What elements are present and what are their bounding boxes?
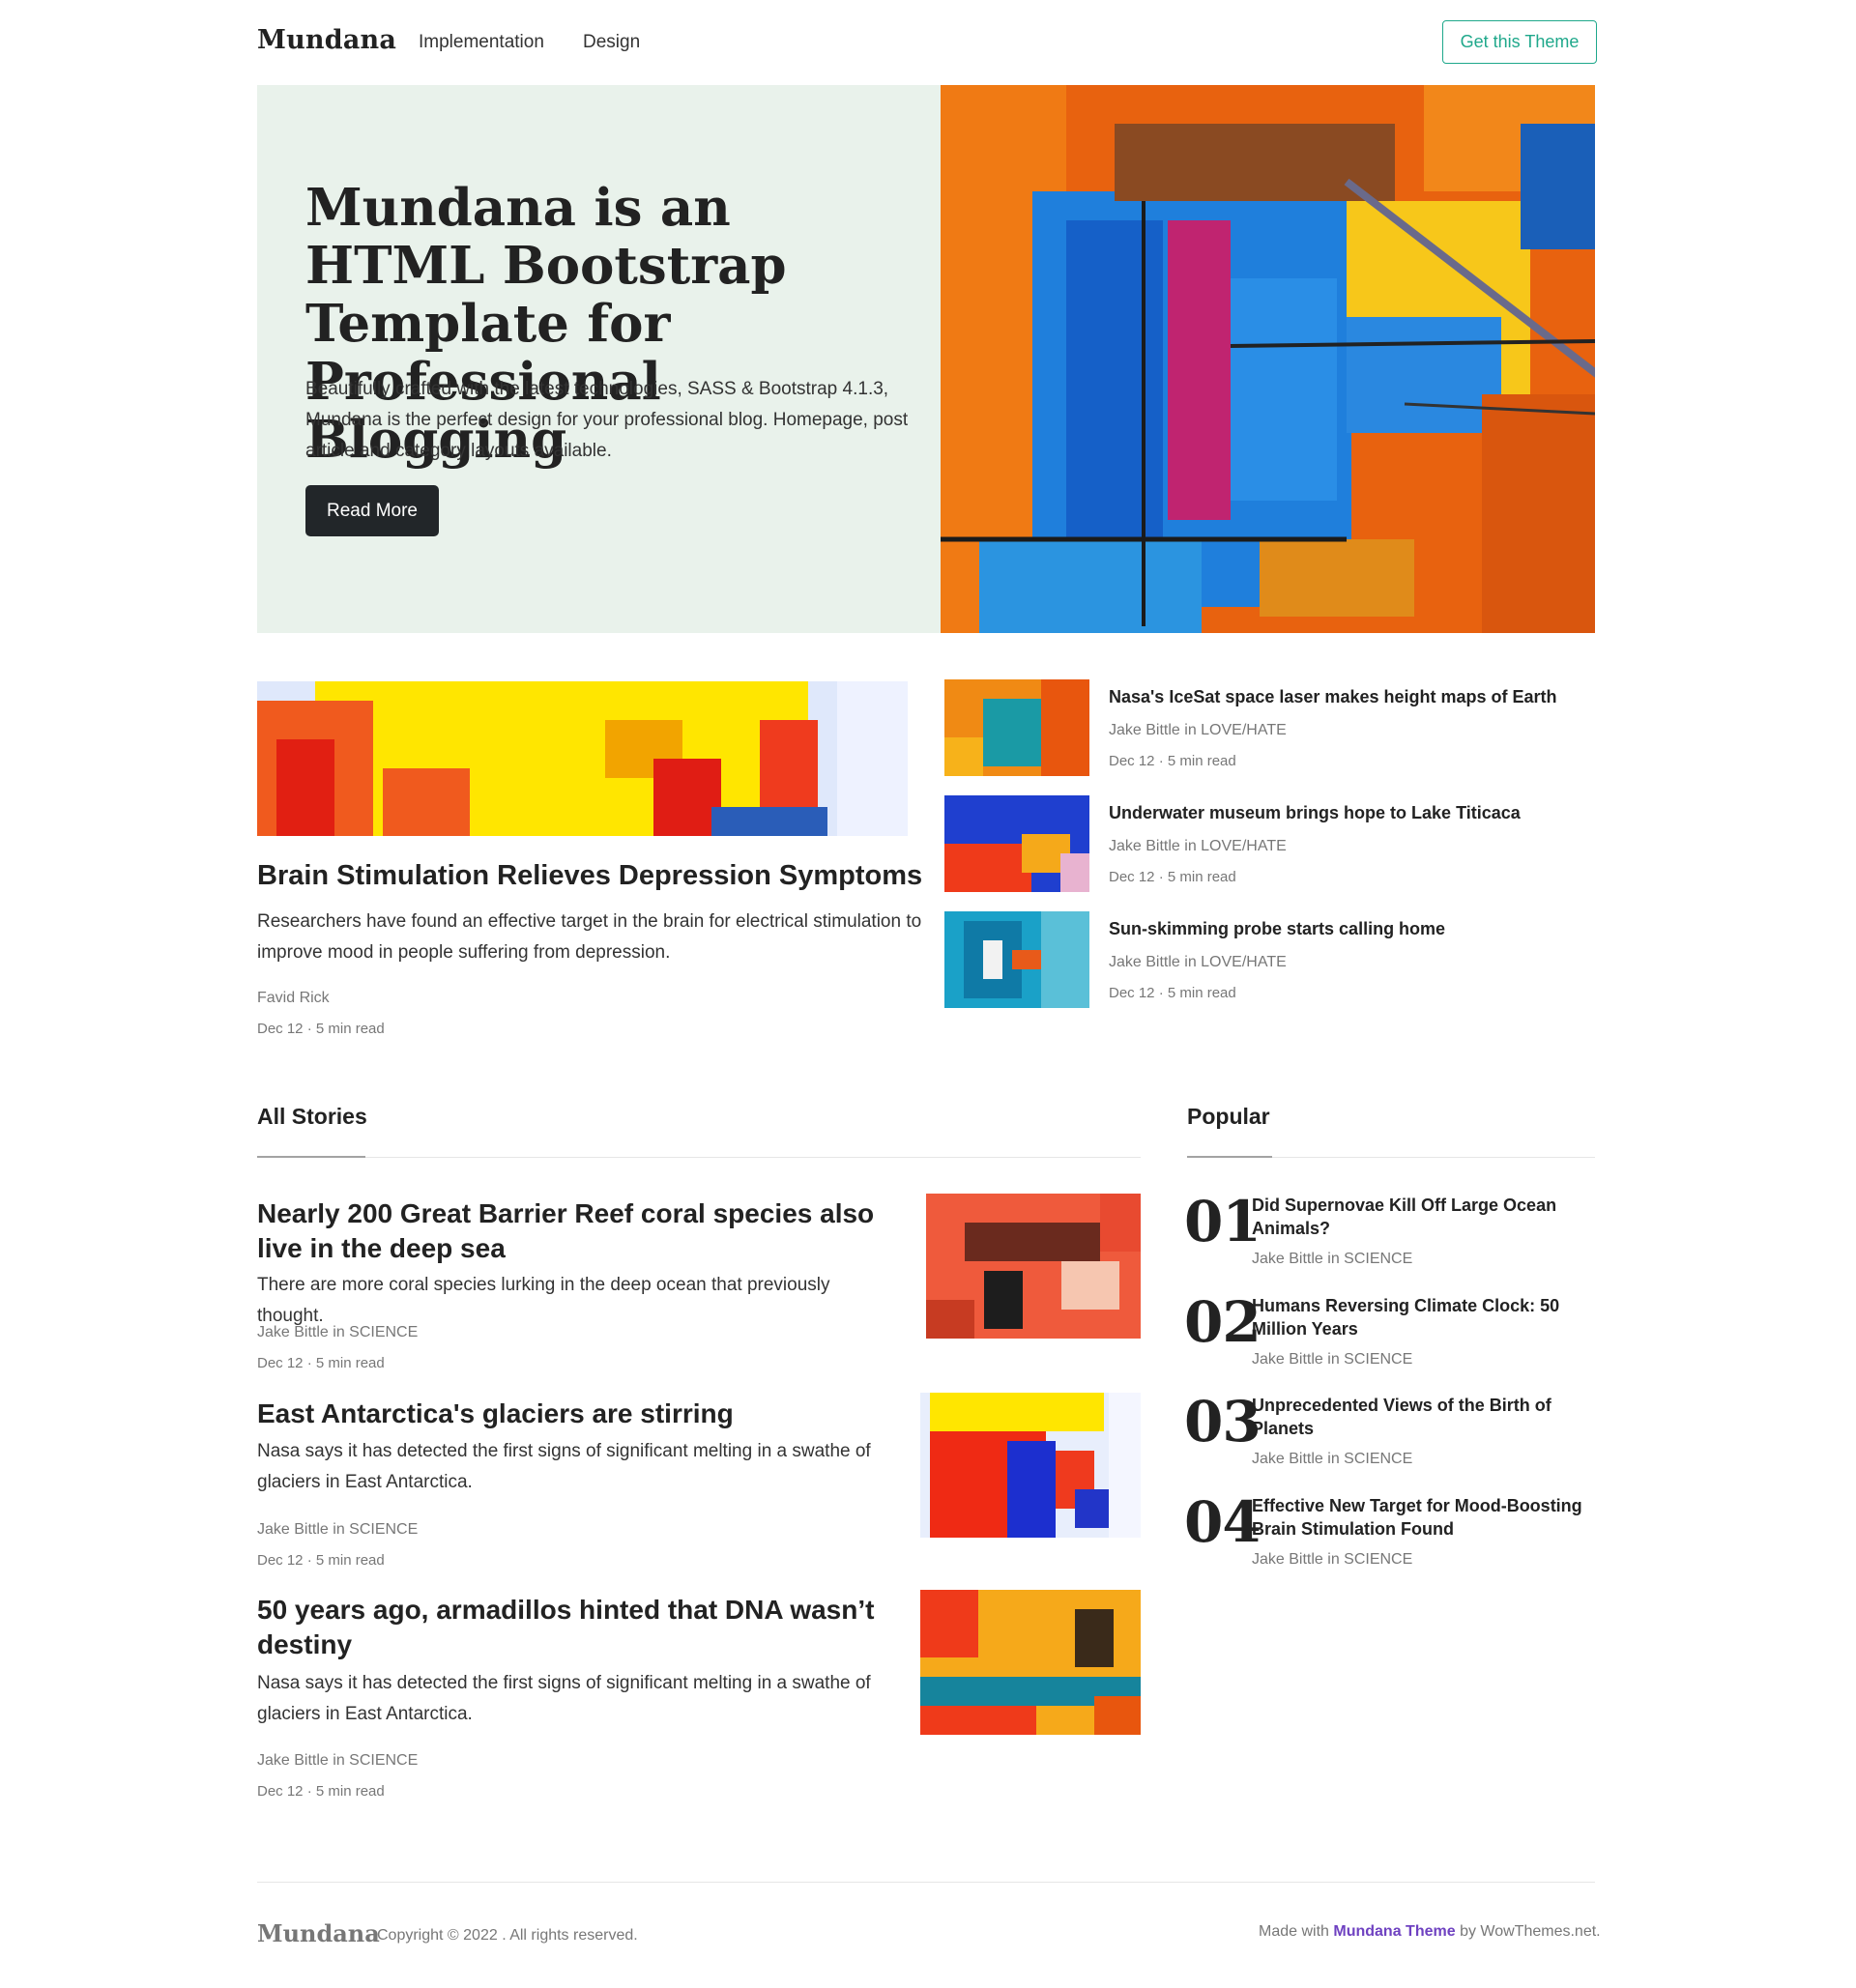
story-title[interactable]: East Antarctica's glaciers are stirring	[257, 1397, 914, 1431]
popular-author[interactable]: Jake Bittle in SCIENCE	[1252, 1451, 1412, 1468]
footer-credit-prefix: Made with	[1259, 1923, 1329, 1940]
story-image[interactable]	[920, 1590, 1141, 1735]
footer-divider	[257, 1882, 1595, 1883]
story-excerpt: Nasa says it has detected the first sign…	[257, 1441, 871, 1492]
footer-credit: Made with Mundana Theme by WowThemes.net…	[1259, 1923, 1601, 1941]
side-article-author[interactable]: Jake Bittle in LOVE/HATE	[1109, 838, 1287, 855]
side-article-author[interactable]: Jake Bittle in LOVE/HATE	[1109, 722, 1287, 739]
footer-copyright: Copyright © 2022 . All rights reserved.	[377, 1927, 638, 1944]
featured-article-title[interactable]: Brain Stimulation Relieves Depression Sy…	[257, 860, 924, 892]
story-author[interactable]: Jake Bittle in SCIENCE	[257, 1324, 418, 1341]
brand-logo[interactable]: Mundana	[257, 25, 396, 55]
side-article-title[interactable]: Sun-skimming probe starts calling home	[1109, 919, 1445, 939]
story-image[interactable]	[926, 1194, 1141, 1339]
story-excerpt: Nasa says it has detected the first sign…	[257, 1673, 871, 1724]
top-navbar: Mundana Implementation Design Get this T…	[0, 0, 1856, 85]
story-author[interactable]: Jake Bittle in SCIENCE	[257, 1521, 418, 1539]
side-article: Sun-skimming probe starts calling home J…	[944, 911, 1621, 1008]
popular-title[interactable]: Unprecedented Views of the Birth of Plan…	[1252, 1394, 1610, 1440]
side-article-date: Dec 12 · 5 min read	[1109, 869, 1236, 885]
side-article: Underwater museum brings hope to Lake Ti…	[944, 795, 1621, 892]
side-article-author[interactable]: Jake Bittle in LOVE/HATE	[1109, 954, 1287, 971]
featured-image[interactable]	[257, 681, 908, 836]
side-article-date: Dec 12 · 5 min read	[1109, 985, 1236, 1001]
side-article-thumbnail[interactable]	[944, 795, 1089, 892]
popular-heading: Popular	[1187, 1104, 1270, 1129]
popular-rank: 04	[1184, 1489, 1262, 1555]
story-date: Dec 12 · 5 min read	[257, 1783, 385, 1800]
read-more-button[interactable]: Read More	[305, 485, 439, 536]
get-theme-button[interactable]: Get this Theme	[1442, 20, 1597, 64]
featured-article-date: Dec 12 · 5 min read	[257, 1021, 385, 1037]
all-stories-heading: All Stories	[257, 1104, 367, 1129]
side-article-date: Dec 12 · 5 min read	[1109, 753, 1236, 769]
popular-title[interactable]: Did Supernovae Kill Off Large Ocean Anim…	[1252, 1194, 1610, 1240]
side-article-title[interactable]: Underwater museum brings hope to Lake Ti…	[1109, 803, 1521, 823]
side-article-title[interactable]: Nasa's IceSat space laser makes height m…	[1109, 687, 1557, 707]
popular-rank: 03	[1184, 1389, 1262, 1455]
footer-theme-link[interactable]: Mundana Theme	[1333, 1923, 1455, 1940]
popular-author[interactable]: Jake Bittle in SCIENCE	[1252, 1251, 1412, 1268]
side-article: Nasa's IceSat space laser makes height m…	[944, 679, 1621, 776]
side-article-thumbnail[interactable]	[944, 679, 1089, 776]
popular-underline	[1187, 1156, 1272, 1158]
hero-image[interactable]	[941, 85, 1595, 633]
story-date: Dec 12 · 5 min read	[257, 1552, 385, 1569]
story-date: Dec 12 · 5 min read	[257, 1355, 385, 1371]
popular-author[interactable]: Jake Bittle in SCIENCE	[1252, 1551, 1412, 1569]
footer-credit-suffix: by WowThemes.net.	[1460, 1923, 1601, 1940]
popular-title[interactable]: Humans Reversing Climate Clock: 50 Milli…	[1252, 1294, 1610, 1340]
side-article-thumbnail[interactable]	[944, 911, 1089, 1008]
nav-link-design[interactable]: Design	[583, 32, 640, 53]
popular-rank: 02	[1184, 1289, 1262, 1355]
story-title[interactable]: Nearly 200 Great Barrier Reef coral spec…	[257, 1196, 914, 1266]
story-title[interactable]: 50 years ago, armadillos hinted that DNA…	[257, 1593, 914, 1662]
footer-brand[interactable]: Mundana	[257, 1919, 380, 1947]
popular-rank: 01	[1184, 1189, 1262, 1254]
story-image[interactable]	[920, 1393, 1141, 1538]
story-excerpt: There are more coral species lurking in …	[257, 1275, 830, 1326]
popular-title[interactable]: Effective New Target for Mood-Boosting B…	[1252, 1494, 1610, 1541]
featured-article-author[interactable]: Favid Rick	[257, 990, 330, 1007]
all-stories-underline	[257, 1156, 365, 1158]
nav-link-implementation[interactable]: Implementation	[419, 32, 544, 53]
all-stories-divider	[257, 1157, 1141, 1158]
hero-description: Beautifully crafted with the latest tech…	[305, 379, 909, 461]
popular-author[interactable]: Jake Bittle in SCIENCE	[1252, 1351, 1412, 1369]
featured-article-excerpt: Researchers have found an effective targ…	[257, 911, 922, 963]
story-author[interactable]: Jake Bittle in SCIENCE	[257, 1752, 418, 1770]
